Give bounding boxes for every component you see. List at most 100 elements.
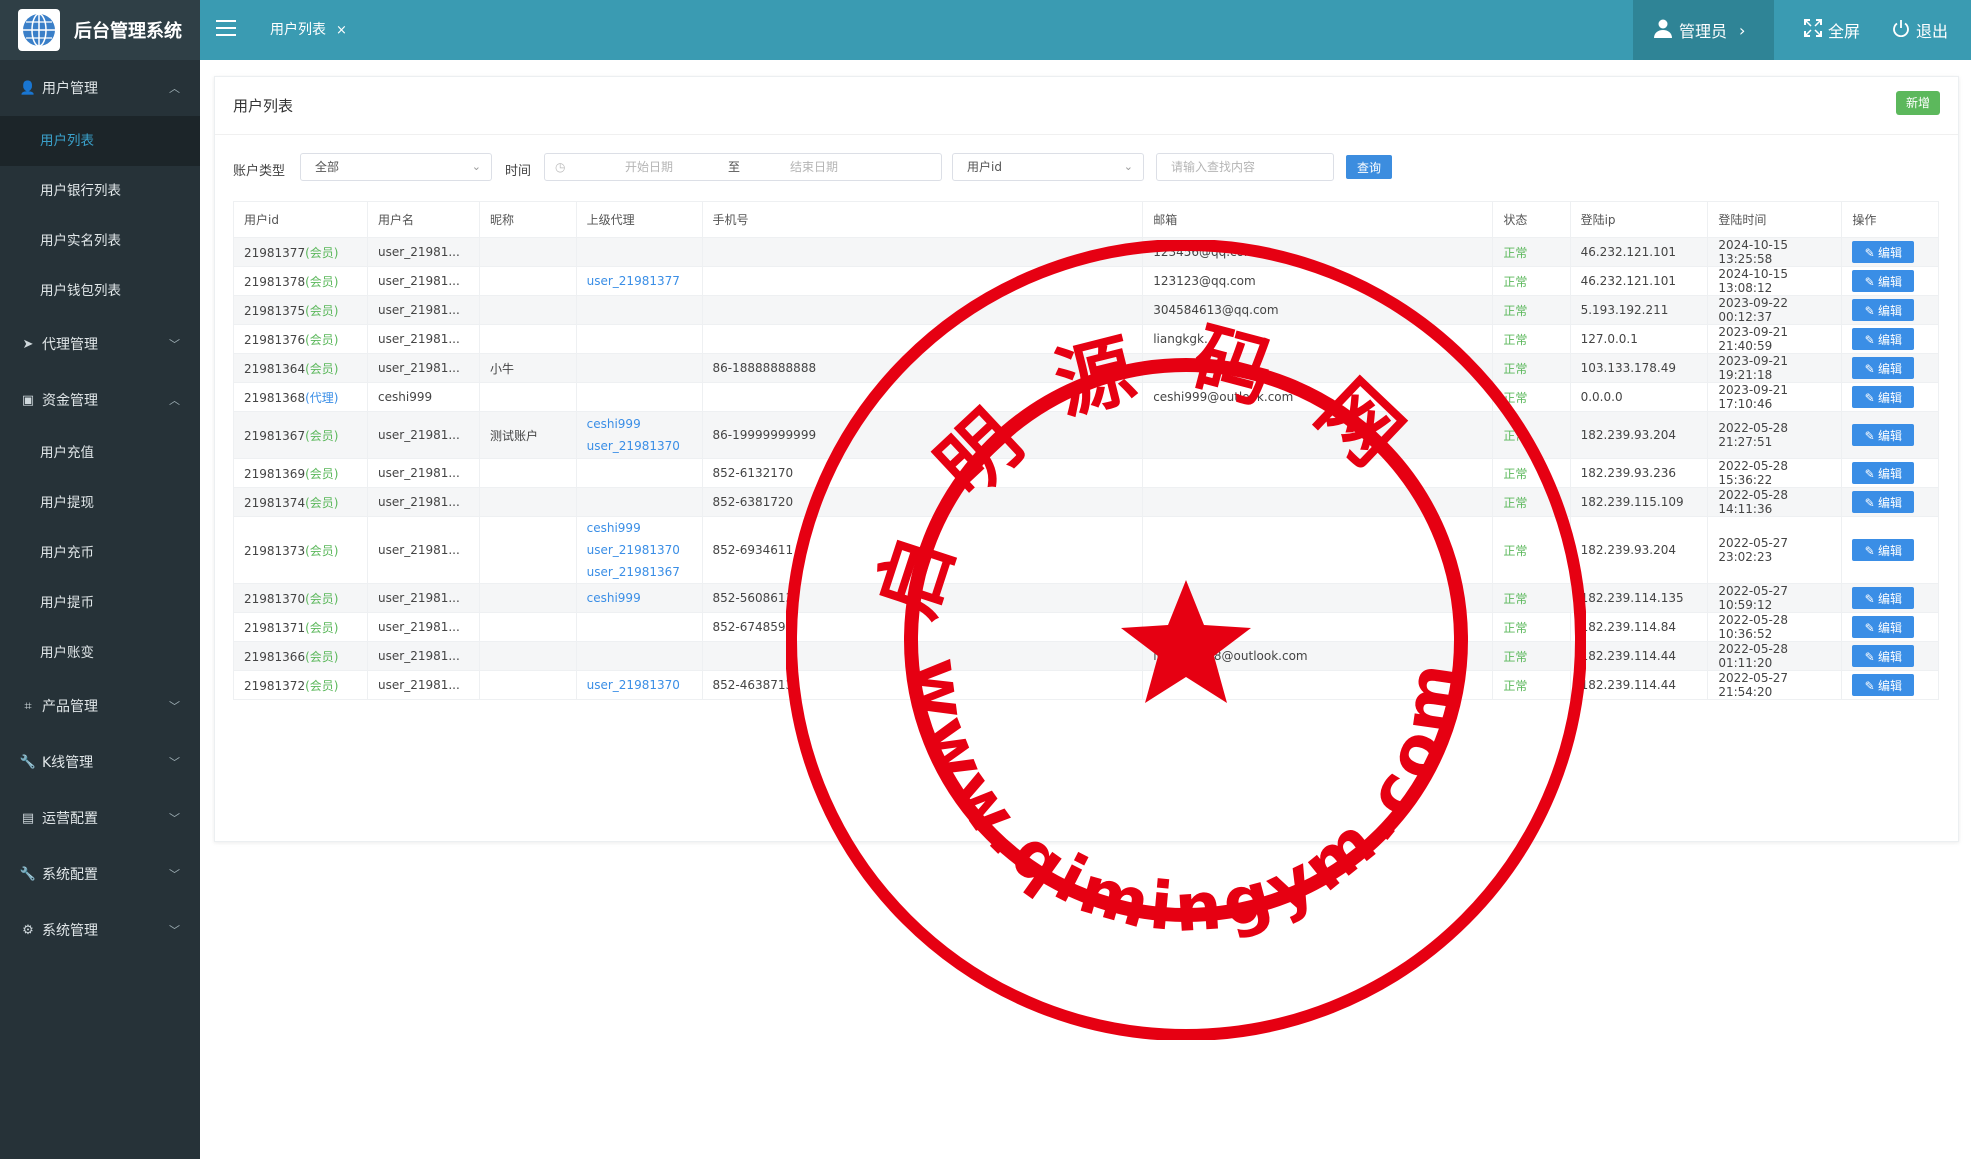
agent-link[interactable]: user_21981370 xyxy=(587,674,702,696)
cell-ip: 182.239.93.204 xyxy=(1569,411,1709,459)
agent-link[interactable]: ceshi999 xyxy=(587,413,702,435)
edit-button[interactable]: ✎ 编辑 xyxy=(1852,616,1915,638)
edit-button[interactable]: ✎ 编辑 xyxy=(1852,645,1915,667)
date-range-picker[interactable]: ◷ 开始日期 至 结束日期 xyxy=(544,153,942,181)
search-field-select[interactable]: 用户id ⌄ xyxy=(952,153,1144,181)
cell-actions: ✎ 编辑 xyxy=(1841,516,1939,584)
cell-email xyxy=(1142,411,1494,459)
sidebar-group-header[interactable]: ▣ 资金管理 ︿ xyxy=(0,372,200,428)
cell-phone: 86-18888888888 xyxy=(701,353,1144,383)
table-row: 21981367(会员) user_21981... 测试账户 ceshi999 use… xyxy=(232,411,1939,459)
cell-username: user_21981... xyxy=(367,612,481,642)
cell-agents xyxy=(575,324,703,354)
edit-button[interactable]: ✎ 编辑 xyxy=(1852,491,1915,513)
sidebar-item[interactable]: 用户充币 xyxy=(0,528,200,578)
sidebar-group-header[interactable]: 👤 用户管理 ︿ xyxy=(0,60,200,116)
chevron-down-icon: ﹀ xyxy=(169,868,180,881)
tab-user-list[interactable]: 用户列表 × xyxy=(270,0,347,60)
start-date-input[interactable]: 开始日期 xyxy=(625,154,673,180)
sidebar-group-header[interactable]: ➤ 代理管理 ﹀ xyxy=(0,316,200,372)
login-ip: 46.232.121.101 xyxy=(1580,245,1677,259)
user-role-badge: (会员) xyxy=(305,245,339,260)
sidebar-item[interactable]: 用户钱包列表 xyxy=(0,266,200,316)
account-type-select[interactable]: 全部 ⌄ xyxy=(300,153,492,181)
cell-username: user_21981... xyxy=(367,353,481,383)
cell-user-id: 21981373(会员) xyxy=(232,516,369,584)
tab-close-icon[interactable]: × xyxy=(336,23,347,38)
email: 123123@qq.com xyxy=(1153,274,1256,288)
column-header: 用户id xyxy=(232,201,369,238)
sidebar-item[interactable]: 用户银行列表 xyxy=(0,166,200,216)
edit-button[interactable]: ✎ 编辑 xyxy=(1852,674,1915,696)
sidebar-item[interactable]: 用户提币 xyxy=(0,578,200,628)
edit-label: 编辑 xyxy=(1878,649,1903,664)
login-time: 2023-09-22 00:12:37 xyxy=(1718,296,1789,324)
edit-button[interactable]: ✎ 编辑 xyxy=(1852,539,1915,561)
agent-link[interactable]: user_21981370 xyxy=(587,435,702,457)
cell-phone: 852-674859 xyxy=(701,612,1144,642)
edit-button[interactable]: ✎ 编辑 xyxy=(1852,462,1915,484)
query-button[interactable]: 查询 xyxy=(1346,155,1392,179)
edit-button[interactable]: ✎ 编辑 xyxy=(1852,241,1915,263)
add-user-button[interactable]: 新增 xyxy=(1895,91,1940,115)
edit-button[interactable]: ✎ 编辑 xyxy=(1852,328,1915,350)
end-date-input[interactable]: 结束日期 xyxy=(790,154,838,180)
cell-time: 2022-05-28 14:11:36 xyxy=(1707,487,1843,517)
cell-email: 304584613@qq.com xyxy=(1142,295,1494,325)
column-header: 昵称 xyxy=(479,201,577,238)
sidebar-item[interactable]: 用户提现 xyxy=(0,478,200,528)
agent-link[interactable]: user_21981377 xyxy=(587,270,702,292)
sidebar-item[interactable]: 用户账变 xyxy=(0,628,200,678)
search-placeholder: 请输入查找内容 xyxy=(1171,160,1256,174)
user-id: 21981372 xyxy=(244,678,306,693)
user-role-badge: (会员) xyxy=(305,591,339,606)
menu-toggle-icon[interactable] xyxy=(216,20,236,40)
tab-label: 用户列表 xyxy=(270,22,326,38)
edit-button[interactable]: ✎ 编辑 xyxy=(1852,357,1915,379)
cell-status: 正常 xyxy=(1492,670,1571,700)
cell-actions: ✎ 编辑 xyxy=(1841,670,1939,700)
edit-button[interactable]: ✎ 编辑 xyxy=(1852,386,1915,408)
sidebar-group-header[interactable]: 🔧 K线管理 ﹀ xyxy=(0,734,200,790)
agent-link[interactable]: user_21981367 xyxy=(587,561,702,583)
edit-button[interactable]: ✎ 编辑 xyxy=(1852,424,1915,446)
login-ip: 127.0.0.1 xyxy=(1580,332,1638,346)
chevron-down-icon: ⌄ xyxy=(471,160,481,173)
cell-phone xyxy=(701,295,1144,325)
sidebar-item[interactable]: 用户实名列表 xyxy=(0,216,200,266)
user-table: 用户id 用户名 昵称 上级代理 手机号 邮箱 状态 登陆ip 登陆时间 操作 21981377(… xyxy=(232,201,1939,700)
edit-label: 编辑 xyxy=(1878,361,1903,376)
agent-link[interactable]: user_21981370 xyxy=(587,539,702,561)
cell-user-id: 21981368(代理) xyxy=(232,382,369,412)
sidebar-item[interactable]: 用户列表 xyxy=(0,116,200,166)
edit-label: 编辑 xyxy=(1878,620,1903,635)
logout-button[interactable]: 退出 xyxy=(1892,0,1948,60)
edit-button[interactable]: ✎ 编辑 xyxy=(1852,299,1915,321)
user-id: 21981371 xyxy=(244,620,306,635)
cell-username: user_21981... xyxy=(367,295,481,325)
status-badge: 正常 xyxy=(1503,390,1528,405)
sidebar-group-header[interactable]: ⌗ 产品管理 ﹀ xyxy=(0,678,200,734)
cell-time: 2023-09-21 19:21:18 xyxy=(1707,353,1843,383)
search-input[interactable]: 请输入查找内容 xyxy=(1156,153,1334,181)
users-icon: 👤 xyxy=(19,80,37,96)
agent-link[interactable]: ceshi999 xyxy=(587,517,702,539)
sidebar-group-header[interactable]: 🔧 系统配置 ﹀ xyxy=(0,846,200,902)
agent-link[interactable]: ceshi999 xyxy=(587,587,702,609)
edit-button[interactable]: ✎ 编辑 xyxy=(1852,270,1915,292)
email: 123456@qq.com xyxy=(1153,245,1256,259)
login-time: 2023-09-21 19:21:18 xyxy=(1718,354,1789,382)
edit-button[interactable]: ✎ 编辑 xyxy=(1852,587,1915,609)
fullscreen-button[interactable]: 全屏 xyxy=(1804,0,1860,60)
cell-nickname xyxy=(479,324,577,354)
sidebar-group-header[interactable]: ▤ 运营配置 ﹀ xyxy=(0,790,200,846)
cell-actions: ✎ 编辑 xyxy=(1841,487,1939,517)
cell-email xyxy=(1142,458,1494,488)
sidebar-item[interactable]: 用户充值 xyxy=(0,428,200,478)
user-role-badge: (会员) xyxy=(305,303,339,318)
chevron-up-icon: ︿ xyxy=(169,394,180,407)
phone: 852-6132170 xyxy=(712,466,794,480)
sidebar-group: 🔧 系统配置 ﹀ xyxy=(0,846,200,902)
sidebar-group-header[interactable]: ⚙ 系统管理 ﹀ xyxy=(0,902,200,958)
admin-menu[interactable]: 管理员 › xyxy=(1633,0,1774,60)
